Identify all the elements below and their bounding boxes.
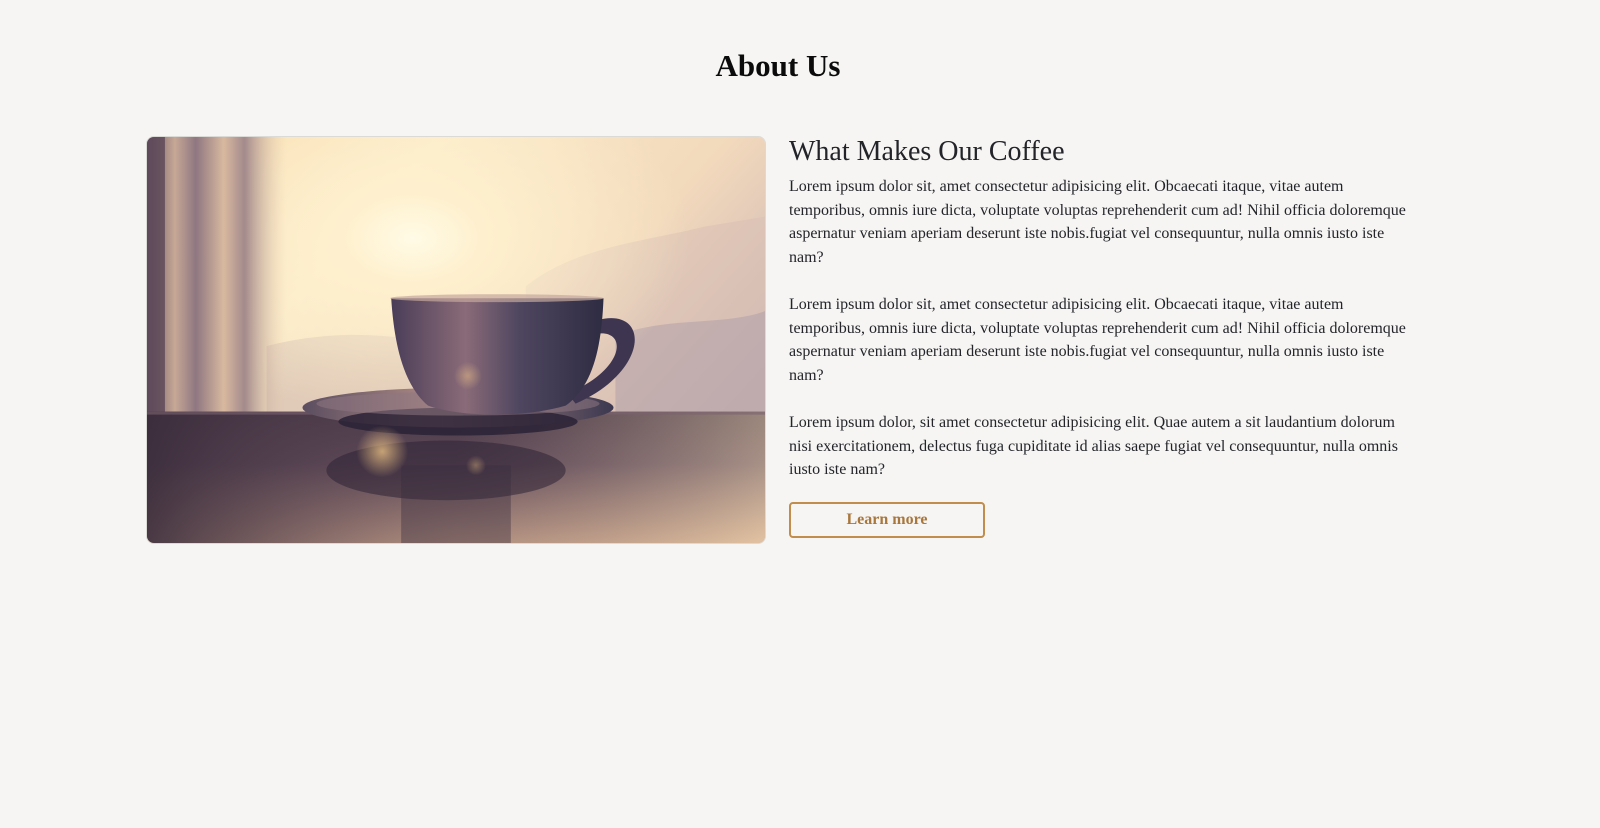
page-title: About Us	[715, 48, 841, 83]
paragraph-2: Lorem ipsum dolor sit, amet consectetur …	[789, 296, 1406, 384]
section-heading: What Makes Our Coffee	[789, 136, 1065, 167]
paragraph-1: Lorem ipsum dolor sit, amet consectetur …	[789, 178, 1406, 266]
paragraph-3: Lorem ipsum dolor, sit amet consectetur …	[789, 414, 1398, 478]
about-content: What Makes Our Coffee Lorem ipsum dolor …	[789, 134, 1414, 538]
coffee-cup-image	[146, 136, 766, 544]
about-section: About Us What Makes Our Coffee Lorem ips…	[0, 0, 1600, 828]
learn-more-button[interactable]: Learn more	[789, 501, 985, 538]
